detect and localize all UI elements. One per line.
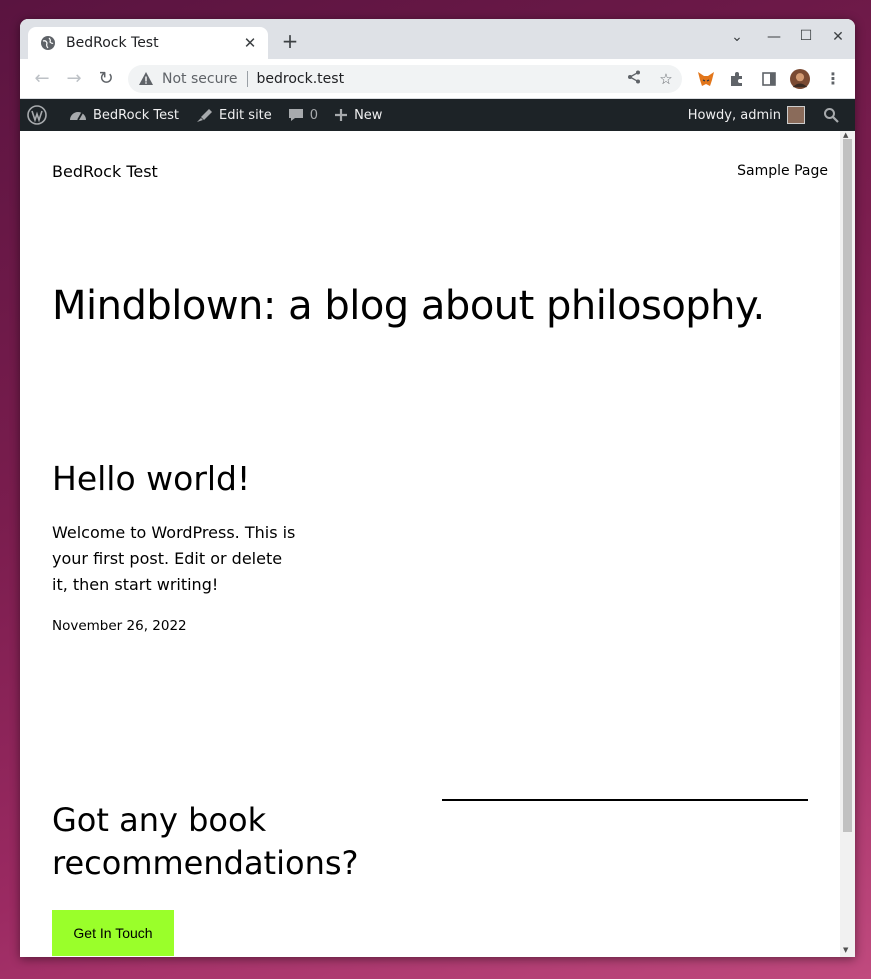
admin-bar-new-label: New <box>354 107 383 123</box>
admin-bar-comments[interactable]: 0 <box>280 99 326 131</box>
wordpress-logo-icon[interactable] <box>20 99 61 131</box>
omnibox-separator <box>246 71 248 87</box>
admin-bar-site-name: BedRock Test <box>93 107 179 123</box>
post-excerpt: Welcome to WordPress. This is your first… <box>52 523 296 594</box>
separator-line <box>442 799 808 801</box>
window-close-icon[interactable]: ✕ <box>828 29 848 45</box>
admin-bar-account[interactable]: Howdy, admin <box>680 99 813 131</box>
url-text[interactable]: bedrock.test <box>257 71 618 87</box>
minimize-icon[interactable]: — <box>764 29 784 45</box>
bookmark-star-icon[interactable]: ☆ <box>650 70 682 88</box>
new-tab-button[interactable]: + <box>280 31 300 51</box>
user-avatar <box>787 106 805 124</box>
admin-bar-edit-site[interactable]: Edit site <box>187 99 280 131</box>
address-bar[interactable]: Not secure bedrock.test ☆ <box>128 65 682 93</box>
tab-title: BedRock Test <box>66 35 159 51</box>
maximize-icon[interactable]: ☐ <box>796 28 816 44</box>
post-title-link[interactable]: Hello world! <box>52 459 250 498</box>
reload-icon[interactable]: ↻ <box>96 69 116 89</box>
tab-search-icon[interactable]: ⌄ <box>727 29 747 45</box>
warning-icon <box>139 72 153 85</box>
admin-bar-edit-site-label: Edit site <box>218 107 272 123</box>
tab-close-icon[interactable]: ✕ <box>242 34 258 52</box>
profile-avatar-icon[interactable] <box>790 69 810 89</box>
page-scrollbar[interactable]: ▲ ▼ <box>840 131 855 957</box>
browser-toolbar: ← → ↻ Not secure bedrock.test ☆ ⋮ <box>20 59 855 99</box>
globe-icon <box>41 36 55 50</box>
admin-bar-site-link[interactable]: BedRock Test <box>61 99 187 131</box>
metamask-fox-icon[interactable] <box>696 69 716 89</box>
post-date: November 26, 2022 <box>52 618 187 634</box>
extensions-puzzle-icon[interactable] <box>727 69 747 89</box>
brush-icon <box>196 109 212 122</box>
howdy-label: Howdy, admin <box>687 107 781 123</box>
security-label[interactable]: Not secure <box>162 71 238 87</box>
tab-strip: BedRock Test ✕ + ⌄ — ☐ ✕ <box>20 19 855 59</box>
browser-window: BedRock Test ✕ + ⌄ — ☐ ✕ ← → ↻ Not secur… <box>20 19 855 957</box>
scrollbar-thumb[interactable] <box>843 139 852 832</box>
page-content: BedRock Test Sample Page Mindblown: a bl… <box>20 131 840 957</box>
get-in-touch-button[interactable]: Get In Touch <box>52 910 174 956</box>
scroll-down-icon[interactable]: ▼ <box>843 946 848 954</box>
site-title-link[interactable]: BedRock Test <box>52 162 158 181</box>
dashboard-gauge-icon <box>70 112 86 121</box>
cta-heading: Got any book recommendations? <box>52 801 359 882</box>
share-icon[interactable] <box>618 70 650 88</box>
menu-kebab-icon[interactable]: ⋮ <box>823 69 843 89</box>
comments-count: 0 <box>309 107 319 123</box>
forward-icon[interactable]: → <box>64 69 84 89</box>
nav-sample-page[interactable]: Sample Page <box>737 163 828 179</box>
plus-icon <box>335 109 348 121</box>
admin-bar-search-icon[interactable] <box>813 99 855 131</box>
comment-bubble-icon <box>288 109 303 121</box>
side-panel-icon[interactable] <box>759 69 779 89</box>
back-icon[interactable]: ← <box>32 69 52 89</box>
wp-admin-bar: BedRock Test Edit site 0 New Howdy, admi… <box>20 99 855 131</box>
browser-tab[interactable]: BedRock Test ✕ <box>28 27 268 59</box>
admin-bar-new[interactable]: New <box>326 99 390 131</box>
hero-heading: Mindblown: a blog about philosophy. <box>52 283 765 329</box>
scroll-up-icon[interactable]: ▲ <box>843 131 848 139</box>
